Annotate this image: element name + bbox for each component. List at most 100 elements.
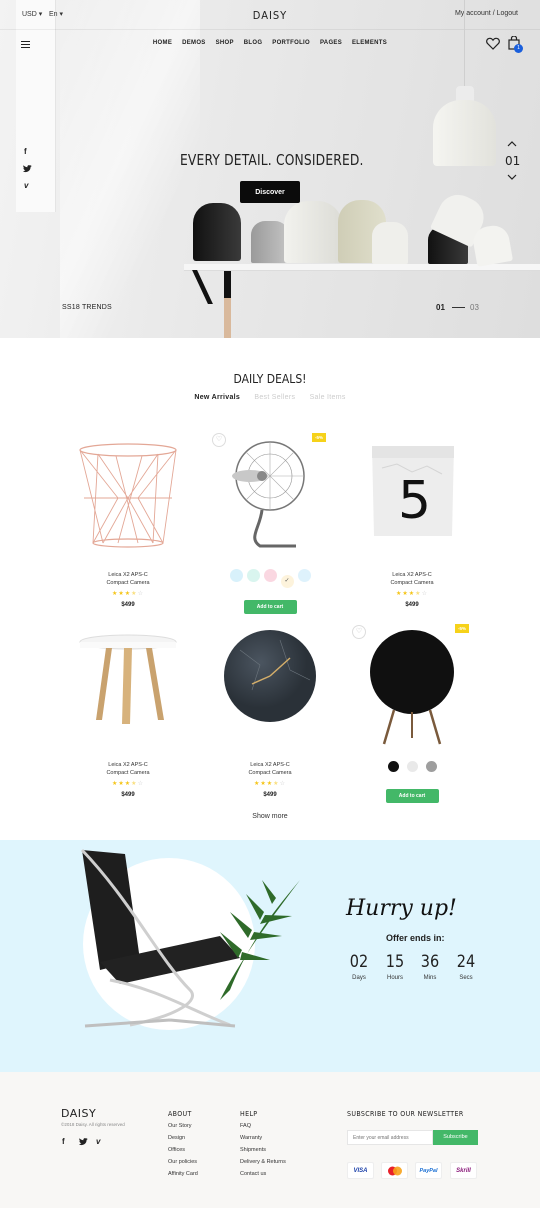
tab-best-sellers[interactable]: Best Sellers (254, 394, 295, 401)
swatch-sky[interactable] (297, 569, 311, 582)
product-image-marble-clock (224, 630, 316, 722)
tab-new-arrivals[interactable]: New Arrivals (194, 394, 240, 401)
lamp-black-1 (193, 203, 241, 261)
nav-item-home[interactable]: HOME (153, 40, 172, 46)
show-more-link[interactable]: Show more (0, 813, 540, 820)
hero-banner: USD ▾ En ▾ My account / Logout DAISY HOM… (0, 0, 540, 338)
footer-link[interactable]: Shipments (240, 1144, 286, 1156)
rating-stars: ★★★★☆ (254, 781, 286, 787)
tab-sale-items[interactable]: Sale Items (310, 394, 346, 401)
product-card[interactable]: ♡ -5% Add to cart (342, 620, 482, 803)
nav-item-shop[interactable]: SHOP (216, 40, 234, 46)
cart-count-badge: 1 (514, 44, 523, 53)
footer-link[interactable]: Our policies (168, 1156, 198, 1168)
visa-icon: VISA (347, 1162, 374, 1179)
product-card[interactable]: Leica X2 APS-C Compact Camera ★★★★☆ $499 (58, 620, 198, 798)
product-card[interactable]: ♡ -5% ✓ Add to cart (200, 428, 340, 614)
heart-icon[interactable]: ♡ (352, 625, 366, 639)
mins-label: Mins (423, 975, 437, 981)
product-name-line2[interactable]: Compact Camera (58, 579, 198, 587)
main-nav: HOME DEMOS SHOP BLOG PORTFOLIO PAGES ELE… (0, 40, 540, 46)
hurry-up-title: Hurry up! (346, 896, 457, 921)
swatch-pink[interactable] (263, 569, 277, 582)
product-price: $499 (263, 792, 277, 798)
product-name-line2[interactable]: Compact Camera (342, 579, 482, 587)
facebook-icon[interactable]: f (24, 147, 27, 156)
vimeo-icon[interactable]: v (96, 1137, 100, 1146)
chevron-up-icon[interactable] (507, 141, 517, 147)
hero-headline: EVERY DETAIL. CONSIDERED. (180, 151, 364, 169)
site-logo[interactable]: DAISY (0, 9, 540, 22)
discount-badge: -5% (455, 624, 470, 633)
chevron-down-icon[interactable] (507, 174, 517, 180)
twitter-icon[interactable] (79, 1138, 88, 1146)
add-to-cart-button[interactable]: Add to cart (243, 600, 297, 614)
pendant-lamp (433, 100, 496, 166)
swatch-grey[interactable] (425, 761, 437, 772)
slide-number: 01 (505, 154, 521, 168)
product-image-fan (232, 441, 305, 548)
footer-link[interactable]: Warranty (240, 1132, 286, 1144)
nav-item-pages[interactable]: PAGES (320, 40, 342, 46)
footer: DAISY ©2018 Daisy. All rights reserved f… (0, 1072, 540, 1208)
pager-current[interactable]: 01 (436, 303, 445, 312)
footer-link[interactable]: Contact us (240, 1168, 286, 1180)
countdown-mins: 36 Mins (413, 952, 447, 981)
swatch-white[interactable] (406, 761, 418, 772)
facebook-icon[interactable]: f (62, 1137, 65, 1146)
swatch-cream-selected[interactable]: ✓ (280, 575, 294, 588)
product-name[interactable]: Leica X2 APS-C (200, 761, 340, 769)
swatch-black[interactable] (387, 761, 399, 772)
swatch-light-blue[interactable] (229, 569, 243, 582)
wishlist-icon[interactable] (486, 37, 500, 50)
copyright-text: ©2018 Daisy. All rights reserved (61, 1122, 125, 1127)
hours-value: 15 (385, 952, 405, 972)
heart-icon[interactable]: ♡ (212, 433, 226, 447)
help-links: FAQ Warranty Shipments Delivery & Return… (240, 1120, 286, 1180)
product-name-line2[interactable]: Compact Camera (200, 769, 340, 777)
product-card[interactable]: Leica X2 APS-C Compact Camera ★★★★☆ $499 (58, 428, 198, 608)
product-card[interactable]: Leica X2 APS-C Compact Camera ★★★★☆ $499 (200, 620, 340, 798)
footer-logo[interactable]: DAISY (61, 1107, 96, 1120)
swatch-mint[interactable] (246, 569, 260, 582)
footer-link[interactable]: Affinity Card (168, 1168, 198, 1180)
product-image-side-table (79, 634, 177, 724)
product-name-line2[interactable]: Compact Camera (58, 769, 198, 777)
days-label: Days (352, 975, 366, 981)
subscribe-button[interactable]: Subscribe (433, 1130, 478, 1145)
rating-stars: ★★★★☆ (396, 591, 428, 597)
twitter-icon[interactable] (23, 165, 32, 173)
vimeo-icon[interactable]: v (24, 181, 28, 190)
skrill-icon: Skrill (450, 1162, 477, 1179)
product-card[interactable]: 5 Leica X2 APS-C Compact Camera ★★★★☆ $4… (342, 428, 482, 608)
footer-link[interactable]: FAQ (240, 1120, 286, 1132)
product-price: $499 (121, 792, 135, 798)
light-beam (60, 0, 200, 338)
product-image-wire-basket (79, 443, 177, 548)
help-heading: HELP (240, 1110, 258, 1118)
lamp-white-small (372, 222, 408, 264)
newsletter-heading: SUBSCRIBE TO OUR NEWSLETTER (347, 1110, 464, 1118)
nav-item-blog[interactable]: BLOG (244, 40, 263, 46)
product-name[interactable]: Leica X2 APS-C (342, 571, 482, 579)
discover-button[interactable]: Discover (240, 181, 300, 203)
pager-total[interactable]: 03 (470, 303, 479, 312)
discount-badge: -5% (312, 433, 327, 442)
product-image-speaker (370, 630, 454, 745)
countdown-days: 02 Days (342, 952, 376, 981)
countdown-secs: 24 Secs (449, 952, 483, 981)
product-name[interactable]: Leica X2 APS-C (58, 761, 198, 769)
secs-value: 24 (456, 952, 476, 972)
add-to-cart-button[interactable]: Add to cart (385, 789, 439, 803)
footer-link[interactable]: Offices (168, 1144, 198, 1156)
product-name[interactable]: Leica X2 APS-C (58, 571, 198, 579)
nav-item-demos[interactable]: DEMOS (182, 40, 206, 46)
footer-link[interactable]: Design (168, 1132, 198, 1144)
email-input[interactable] (347, 1130, 433, 1145)
footer-link[interactable]: Delivery & Returns (240, 1156, 286, 1168)
days-value: 02 (349, 952, 369, 972)
nav-item-portfolio[interactable]: PORTFOLIO (272, 40, 310, 46)
nav-item-elements[interactable]: ELEMENTS (352, 40, 387, 46)
footer-link[interactable]: Our Story (168, 1120, 198, 1132)
hours-label: Hours (386, 975, 403, 981)
